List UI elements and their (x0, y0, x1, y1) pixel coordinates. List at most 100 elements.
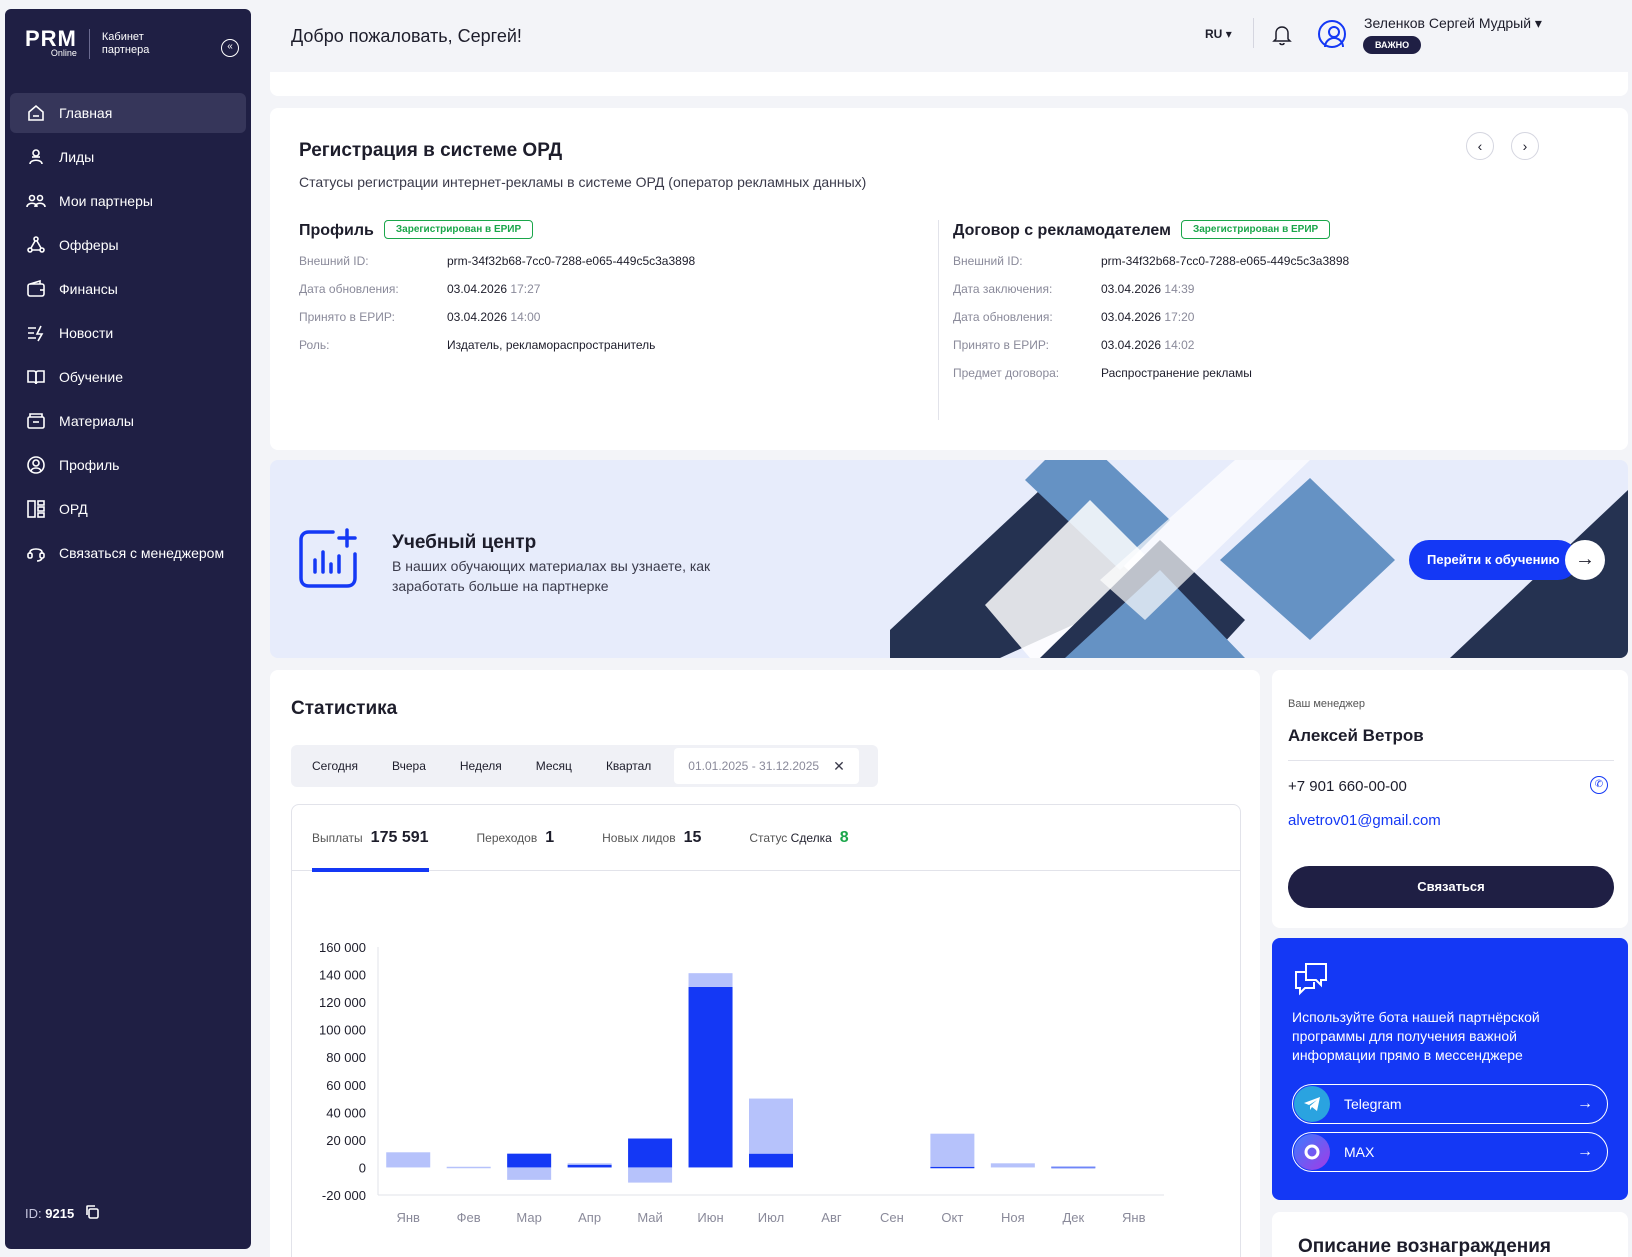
arrow-right-icon[interactable]: → (1565, 540, 1605, 580)
telegram-link[interactable]: Telegram → (1292, 1084, 1608, 1124)
info-row-value-time: 14:02 (1164, 338, 1195, 352)
period-tab-month[interactable]: Месяц (519, 759, 589, 773)
info-row-value-main: prm-34f32b68-7cc0-7288-e065-449c5c3a3898 (1101, 254, 1350, 268)
book-icon (26, 367, 46, 387)
y-tick-label: 160 000 (319, 940, 366, 955)
chart-bar (567, 1163, 612, 1165)
metric-tab-clicks[interactable]: Переходов 1 (477, 805, 555, 871)
next-arrow-button[interactable]: › (1511, 132, 1539, 160)
status-badge: Зарегистрирован в ЕРИР (383, 220, 534, 239)
metric-tab-payouts[interactable]: Выплаты 175 591 (312, 805, 429, 872)
period-tab-yesterday[interactable]: Вчера (375, 759, 443, 773)
leads-icon (26, 147, 46, 167)
x-tick-label: Сен (880, 1210, 904, 1225)
x-tick-label: Фев (457, 1210, 481, 1225)
contact-button[interactable]: Связаться (1288, 866, 1614, 908)
chart-bar (628, 1138, 673, 1168)
manager-phone[interactable]: +7 901 660-00-00 (1288, 778, 1407, 795)
copy-icon[interactable] (84, 1204, 100, 1223)
info-row-value-time: 17:20 (1164, 310, 1195, 324)
whatsapp-icon[interactable]: ✆ (1590, 776, 1608, 794)
contract-section-title: Договор с рекламодателем (953, 222, 1171, 239)
sidebar-item-label: ОРД (59, 501, 88, 517)
info-row-value-time: 14:39 (1164, 282, 1195, 296)
sidebar-item-label: Финансы (59, 281, 118, 297)
y-tick-label: -20 000 (322, 1188, 366, 1203)
info-row-value: 03.04.2026 17:20 (1101, 310, 1194, 324)
sidebar-item-learning[interactable]: Обучение (10, 357, 246, 397)
y-tick-label: 80 000 (326, 1050, 366, 1065)
previous-card-bottom (270, 72, 1628, 96)
info-row-value: prm-34f32b68-7cc0-7288-e065-449c5c3a3898 (1101, 254, 1349, 268)
user-avatar-icon[interactable] (1318, 20, 1346, 48)
period-tab-week[interactable]: Неделя (443, 759, 519, 773)
sidebar-item-finance[interactable]: Финансы (10, 269, 246, 309)
sidebar-item-news[interactable]: Новости (10, 313, 246, 353)
headset-icon (26, 543, 46, 563)
sidebar-item-partners[interactable]: Мои партнеры (10, 181, 246, 221)
info-row-value: Распространение рекламы (1101, 366, 1252, 380)
caret-down-icon: ▾ (1534, 15, 1542, 31)
go-to-learning-button[interactable]: Перейти к обучению (1409, 540, 1578, 580)
user-name: Зеленков Сергей Мудрый (1364, 15, 1532, 31)
max-link[interactable]: MAX → (1292, 1132, 1608, 1172)
y-tick-label: 0 (359, 1160, 366, 1175)
clear-icon[interactable]: ✕ (833, 758, 845, 775)
info-row-value: 03.04.2026 14:00 (447, 310, 540, 324)
metric-label: Переходов (476, 831, 538, 845)
sidebar-item-home[interactable]: Главная (10, 93, 246, 133)
ord-registration-card: Регистрация в системе ОРД Статусы регист… (270, 108, 1628, 450)
info-row-value-time: 17:27 (510, 282, 541, 296)
bell-icon[interactable] (1272, 24, 1292, 51)
chart-add-icon (297, 528, 359, 595)
welcome-title: Добро пожаловать, Сергей! (291, 26, 522, 46)
arrow-right-icon: → (1577, 1095, 1593, 1112)
chart-bar (386, 1152, 431, 1168)
logo[interactable]: PRM Online Кабинет партнера (25, 28, 172, 59)
collapse-sidebar-button[interactable]: « (221, 39, 239, 57)
learning-center-banner: Учебный центр В наших обучающих материал… (270, 460, 1628, 658)
sidebar-item-contact-manager[interactable]: Связаться с менеджером (10, 533, 246, 573)
sidebar-item-offers[interactable]: Офферы (10, 225, 246, 265)
info-row: Роль: Издатель, рекламораспространитель (299, 338, 695, 352)
period-tab-quarter[interactable]: Квартал (589, 759, 668, 773)
metrics-panel: Выплаты 175 591 Переходов 1 Новых лидов 15 … (291, 804, 1241, 1257)
chevron-right-icon: › (1522, 138, 1528, 154)
period-tabs: Сегодня Вчера Неделя Месяц Квартал 01.01… (291, 745, 878, 787)
payouts-bar-chart: 160 000 140 000 120 000 100 000 80 000 60 000… (319, 940, 1164, 1225)
y-tick-label: 20 000 (326, 1133, 366, 1148)
partners-icon (26, 191, 46, 211)
info-row-value-main: Распространение рекламы (1101, 366, 1252, 380)
info-row-value: prm-34f32b68-7cc0-7288-e065-449c5c3a3898 (447, 254, 695, 268)
chart-bar (446, 1166, 491, 1169)
chart-bar (567, 1164, 612, 1168)
statistics-title: Статистика (291, 698, 398, 719)
metric-label: Выплаты (312, 831, 363, 845)
date-range-field[interactable]: 01.01.2025 - 31.12.2025 ✕ (674, 748, 859, 784)
sidebar-item-ord[interactable]: ОРД (10, 489, 246, 529)
info-row-label: Дата заключения: (953, 282, 1053, 296)
chart-bar (990, 1163, 1035, 1168)
info-row: Предмет договора: Распространение рекламы (953, 366, 1349, 380)
sidebar-item-profile[interactable]: Профиль (10, 445, 246, 485)
period-tab-today[interactable]: Сегодня (295, 759, 375, 773)
language-selector[interactable]: RU ▾ (1205, 27, 1232, 41)
sidebar-item-leads[interactable]: Лиды (10, 137, 246, 177)
x-tick-label: Июл (758, 1210, 784, 1225)
metric-tab-new-leads[interactable]: Новых лидов 15 (602, 805, 701, 871)
sidebar-item-materials[interactable]: Материалы (10, 401, 246, 441)
telegram-label: Telegram (1344, 1096, 1402, 1112)
y-tick-label: 140 000 (319, 968, 366, 983)
sidebar-item-label: Связаться с менеджером (59, 545, 225, 561)
column-divider (938, 220, 939, 420)
chart-bar (507, 1153, 552, 1168)
logo-divider (88, 29, 90, 59)
x-tick-label: Май (637, 1210, 662, 1225)
user-menu[interactable]: Зеленков Сергей Мудрый ▾ (1364, 15, 1542, 32)
chart-bar (749, 1153, 793, 1168)
info-row-value-main: 03.04.2026 (447, 282, 508, 296)
manager-email[interactable]: alvetrov01@gmail.com (1288, 812, 1441, 829)
prev-arrow-button[interactable]: ‹ (1466, 132, 1494, 160)
metric-tab-deal-status[interactable]: Статус Сделка 8 (749, 805, 848, 871)
metric-value: 175 591 (370, 829, 429, 846)
